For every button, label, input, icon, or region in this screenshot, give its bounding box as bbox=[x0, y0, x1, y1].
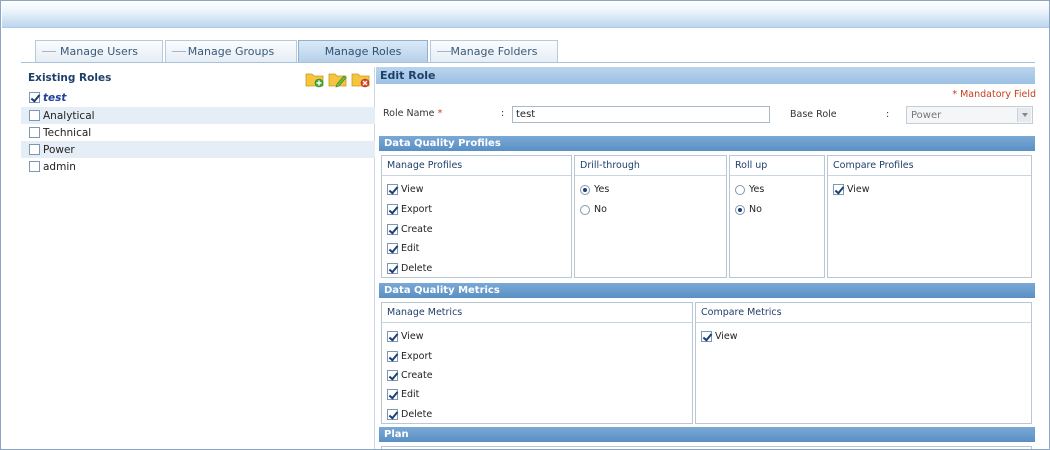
existing-roles-panel: Existing Roles test Analytical Technical bbox=[21, 67, 375, 449]
edit-role-header: Edit Role bbox=[376, 67, 1035, 84]
base-role-colon: : bbox=[886, 109, 890, 120]
tab-label: Manage Roles bbox=[324, 45, 402, 58]
drill-yes-option[interactable]: Yes bbox=[580, 184, 609, 195]
role-item-admin[interactable]: admin bbox=[29, 158, 375, 175]
checkbox[interactable] bbox=[387, 184, 398, 195]
role-name-input[interactable]: test bbox=[512, 106, 770, 123]
top-banner bbox=[2, 1, 1049, 28]
checkbox[interactable] bbox=[387, 263, 398, 274]
checkbox[interactable] bbox=[387, 389, 398, 400]
checkbox[interactable] bbox=[387, 351, 398, 362]
mandatory-note: * Mandatory Field bbox=[952, 89, 1036, 100]
drill-through-box: Drill-through Yes No bbox=[574, 155, 727, 278]
drill-no-option[interactable]: No bbox=[580, 204, 607, 215]
profiles-section-header: Data Quality Profiles bbox=[379, 136, 1035, 151]
checkbox[interactable] bbox=[387, 224, 398, 235]
profiles-edit-option[interactable]: Edit bbox=[387, 243, 419, 254]
rollup-yes-option[interactable]: Yes bbox=[735, 184, 764, 195]
metrics-section-header: Data Quality Metrics bbox=[379, 283, 1035, 298]
roll-up-box: Roll up Yes No bbox=[729, 155, 825, 278]
profiles-create-option[interactable]: Create bbox=[387, 224, 433, 235]
tab-label: Manage Groups bbox=[187, 45, 275, 58]
add-folder-icon[interactable] bbox=[305, 70, 325, 88]
role-checkbox[interactable] bbox=[29, 144, 40, 155]
metrics-create-option[interactable]: Create bbox=[387, 370, 433, 381]
edit-folder-icon[interactable] bbox=[328, 70, 348, 88]
checkbox[interactable] bbox=[387, 409, 398, 420]
role-label: Technical bbox=[43, 126, 92, 139]
role-label: Power bbox=[43, 143, 75, 156]
checkbox[interactable] bbox=[387, 331, 398, 342]
role-label: admin bbox=[43, 160, 76, 173]
tab-divider bbox=[21, 62, 1035, 63]
role-checkbox[interactable] bbox=[29, 110, 40, 121]
plan-box bbox=[381, 446, 1032, 449]
checkbox[interactable] bbox=[387, 243, 398, 254]
profiles-view-option[interactable]: View bbox=[387, 184, 424, 195]
rollup-no-option[interactable]: No bbox=[735, 204, 762, 215]
tab-label: Manage Users bbox=[60, 45, 138, 58]
profiles-export-option[interactable]: Export bbox=[387, 204, 432, 215]
base-role-label: Base Role bbox=[790, 109, 837, 120]
checkbox[interactable] bbox=[833, 184, 844, 195]
metrics-delete-option[interactable]: Delete bbox=[387, 409, 432, 420]
plan-section-header: Plan bbox=[379, 427, 1035, 442]
role-item-analytical[interactable]: Analytical bbox=[21, 107, 375, 124]
delete-folder-icon[interactable] bbox=[351, 70, 371, 88]
base-role-select[interactable]: Power bbox=[906, 106, 1033, 124]
base-role-value: Power bbox=[911, 109, 942, 121]
roll-up-title: Roll up bbox=[735, 160, 768, 171]
compare-metrics-title: Compare Metrics bbox=[701, 307, 782, 318]
edit-role-panel: Edit Role * Mandatory Field Role Name * … bbox=[376, 67, 1036, 449]
role-checkbox[interactable] bbox=[29, 161, 40, 172]
metrics-export-option[interactable]: Export bbox=[387, 351, 432, 362]
role-item-power[interactable]: Power bbox=[21, 141, 375, 158]
role-checkbox[interactable] bbox=[29, 92, 40, 103]
compare-profiles-box: Compare Profiles View bbox=[827, 155, 1032, 278]
app-window: Manage Users Manage Groups Manage Roles … bbox=[0, 0, 1050, 450]
profiles-delete-option[interactable]: Delete bbox=[387, 263, 432, 274]
checkbox[interactable] bbox=[701, 331, 712, 342]
radio[interactable] bbox=[735, 184, 745, 195]
metrics-edit-option[interactable]: Edit bbox=[387, 389, 419, 400]
manage-profiles-title: Manage Profiles bbox=[387, 160, 463, 171]
compare-profiles-view-option[interactable]: View bbox=[833, 184, 870, 195]
role-name-label: Role Name * bbox=[383, 108, 443, 119]
checkbox[interactable] bbox=[387, 370, 398, 381]
manage-metrics-title: Manage Metrics bbox=[387, 307, 463, 318]
compare-metrics-view-option[interactable]: View bbox=[701, 331, 738, 342]
manage-metrics-box: Manage Metrics View Export Create Edit D… bbox=[381, 302, 693, 424]
role-item-test[interactable]: test bbox=[29, 89, 375, 106]
metrics-view-option[interactable]: View bbox=[387, 331, 424, 342]
required-star: * bbox=[437, 108, 443, 119]
role-checkbox[interactable] bbox=[29, 127, 40, 138]
chevron-down-icon[interactable] bbox=[1017, 108, 1031, 122]
tab-manage-groups[interactable]: Manage Groups bbox=[165, 40, 297, 62]
tab-label: Manage Folders bbox=[450, 45, 538, 58]
radio[interactable] bbox=[735, 204, 745, 215]
checkbox[interactable] bbox=[387, 204, 398, 215]
role-item-technical[interactable]: Technical bbox=[29, 124, 375, 141]
role-label: Analytical bbox=[43, 109, 95, 122]
compare-profiles-title: Compare Profiles bbox=[833, 160, 914, 171]
tab-manage-users[interactable]: Manage Users bbox=[35, 40, 163, 62]
tab-manage-folders[interactable]: Manage Folders bbox=[430, 40, 558, 62]
radio[interactable] bbox=[580, 204, 590, 215]
existing-roles-title: Existing Roles bbox=[28, 72, 112, 84]
manage-profiles-box: Manage Profiles View Export Create Edit … bbox=[381, 155, 572, 278]
tab-manage-roles[interactable]: Manage Roles bbox=[298, 40, 428, 62]
compare-metrics-box: Compare Metrics View bbox=[695, 302, 1032, 424]
role-name-colon: : bbox=[501, 108, 505, 119]
role-label: test bbox=[43, 91, 67, 104]
radio[interactable] bbox=[580, 184, 590, 195]
drill-through-title: Drill-through bbox=[580, 160, 640, 171]
